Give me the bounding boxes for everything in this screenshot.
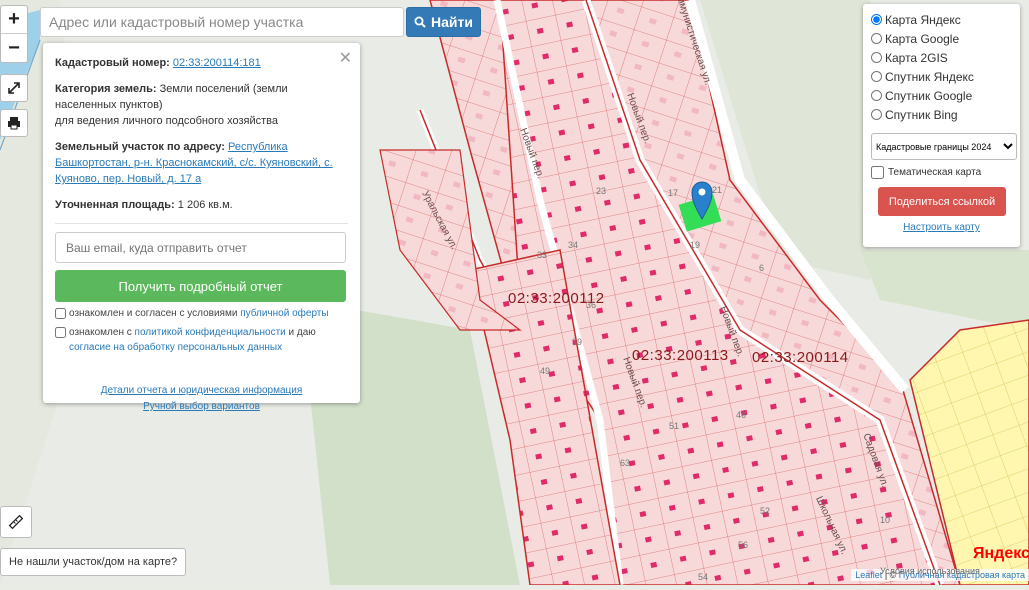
privacy-consent-mid: и даю bbox=[286, 327, 316, 338]
lot-number: 10 bbox=[880, 515, 890, 525]
yandex-logo: Яндекс bbox=[973, 545, 1029, 563]
land-use-value: для ведения личного подсобного хозяйства bbox=[55, 115, 278, 127]
address-label: Земельный участок по адресу: bbox=[55, 141, 225, 153]
parcel-info-panel: ✕ Кадастровый номер: 02:33:200114:181 Ка… bbox=[43, 43, 360, 403]
layer-label: Спутник Bing bbox=[885, 108, 958, 122]
email-field[interactable] bbox=[55, 232, 346, 263]
yandex-logo-rest: ндекс bbox=[985, 545, 1029, 562]
layer-option[interactable]: Карта Яндекс bbox=[871, 10, 1012, 29]
lot-number: 34 bbox=[568, 240, 578, 250]
layer-option[interactable]: Карта Google bbox=[871, 29, 1012, 48]
lot-number: 56 bbox=[738, 540, 748, 550]
lot-number: 63 bbox=[620, 458, 630, 468]
privacy-consent-text: ознакомлен с bbox=[69, 327, 135, 338]
thematic-toggle[interactable]: Тематическая карта bbox=[871, 166, 1012, 179]
lot-number: 17 bbox=[668, 188, 678, 198]
zoom-control: + − bbox=[0, 5, 28, 63]
personal-data-link[interactable]: согласие на обработку персональных данны… bbox=[69, 342, 282, 353]
layer-label: Карта 2GIS bbox=[885, 51, 948, 65]
search-button-label: Найти bbox=[431, 14, 473, 30]
privacy-checkbox[interactable] bbox=[55, 327, 66, 338]
offer-link[interactable]: публичной оферты bbox=[240, 308, 328, 319]
zoom-in-button[interactable]: + bbox=[1, 6, 27, 34]
lot-number: 52 bbox=[760, 506, 770, 516]
layer-option[interactable]: Спутник Google bbox=[871, 86, 1012, 105]
offer-consent: ознакомлен и согласен с условиями публич… bbox=[55, 306, 348, 321]
expand-icon bbox=[7, 81, 21, 95]
fullscreen-button[interactable] bbox=[0, 74, 28, 102]
layer-radio[interactable] bbox=[871, 109, 882, 120]
layers-panel: Карта Яндекс Карта Google Карта 2GIS Спу… bbox=[863, 4, 1020, 247]
privacy-consent: ознакомлен с политикой конфиденциальност… bbox=[55, 325, 348, 355]
layer-radio[interactable] bbox=[871, 90, 882, 101]
search-button[interactable]: Найти bbox=[406, 7, 481, 37]
lot-number: 33 bbox=[537, 250, 547, 260]
manual-choice-link[interactable]: Ручной выбор вариантов bbox=[55, 399, 348, 415]
search-icon bbox=[414, 16, 426, 28]
leaflet-link[interactable]: Leaflet bbox=[855, 570, 882, 580]
lot-number: 51 bbox=[669, 421, 679, 431]
layer-label: Карта Google bbox=[885, 32, 959, 46]
measure-button[interactable] bbox=[0, 506, 32, 538]
lot-number: 39 bbox=[572, 337, 582, 347]
lot-number: 49 bbox=[540, 366, 550, 376]
offer-checkbox[interactable] bbox=[55, 308, 66, 319]
report-details-link[interactable]: Детали отчета и юридическая информация bbox=[55, 383, 348, 399]
layer-radio[interactable] bbox=[871, 33, 882, 44]
lot-number: 21 bbox=[712, 185, 722, 195]
not-found-button[interactable]: Не нашли участок/дом на карте? bbox=[0, 548, 186, 576]
thematic-label: Тематическая карта bbox=[888, 167, 981, 178]
area-label: Уточненная площадь: bbox=[55, 199, 175, 211]
share-link-button[interactable]: Поделиться ссылкой bbox=[878, 187, 1006, 216]
layer-option[interactable]: Спутник Bing bbox=[871, 105, 1012, 124]
lot-number: 19 bbox=[690, 240, 700, 250]
category-label: Категория земель: bbox=[55, 83, 157, 95]
area-value: 1 206 кв.м. bbox=[178, 199, 233, 211]
divider bbox=[55, 223, 348, 224]
offer-consent-text: ознакомлен и согласен с условиями bbox=[69, 308, 240, 319]
yandex-terms-link[interactable]: Условия использования bbox=[880, 566, 980, 576]
layer-option[interactable]: Карта 2GIS bbox=[871, 48, 1012, 67]
thematic-checkbox[interactable] bbox=[871, 166, 884, 179]
get-report-button[interactable]: Получить подробный отчет bbox=[55, 270, 346, 302]
print-icon bbox=[7, 116, 21, 130]
search-input[interactable] bbox=[40, 7, 404, 37]
lot-number: 23 bbox=[596, 186, 606, 196]
privacy-policy-link[interactable]: политикой конфиденциальности bbox=[135, 327, 286, 338]
cadastral-number-link[interactable]: 02:33:200114:181 bbox=[173, 57, 261, 69]
layer-label: Спутник Google bbox=[885, 89, 972, 103]
print-button[interactable] bbox=[0, 109, 28, 137]
lot-number: 54 bbox=[698, 572, 708, 582]
configure-map-link[interactable]: Настроить карту bbox=[903, 222, 980, 233]
zoom-out-button[interactable]: − bbox=[1, 34, 27, 62]
ruler-icon bbox=[8, 514, 24, 530]
quarter-label: 02:33:200113 bbox=[632, 347, 729, 364]
layer-label: Спутник Яндекс bbox=[885, 70, 974, 84]
lot-number: 6 bbox=[759, 263, 764, 273]
bottom-links: Детали отчета и юридическая информация Р… bbox=[55, 383, 348, 415]
yandex-logo-ya: Я bbox=[973, 545, 985, 562]
lot-number: 36 bbox=[586, 300, 596, 310]
layer-option[interactable]: Спутник Яндекс bbox=[871, 67, 1012, 86]
layer-radio[interactable] bbox=[871, 71, 882, 82]
layer-label: Карта Яндекс bbox=[885, 13, 961, 27]
layer-radio[interactable] bbox=[871, 52, 882, 63]
layer-radio[interactable] bbox=[871, 14, 882, 25]
quarter-label: 02:33:200114 bbox=[752, 349, 849, 366]
lot-number: 46 bbox=[736, 410, 746, 420]
boundary-select[interactable]: Кадастровые границы 2024 bbox=[871, 133, 1017, 160]
cadastral-label: Кадастровый номер: bbox=[55, 57, 170, 69]
close-icon[interactable]: ✕ bbox=[339, 48, 352, 68]
